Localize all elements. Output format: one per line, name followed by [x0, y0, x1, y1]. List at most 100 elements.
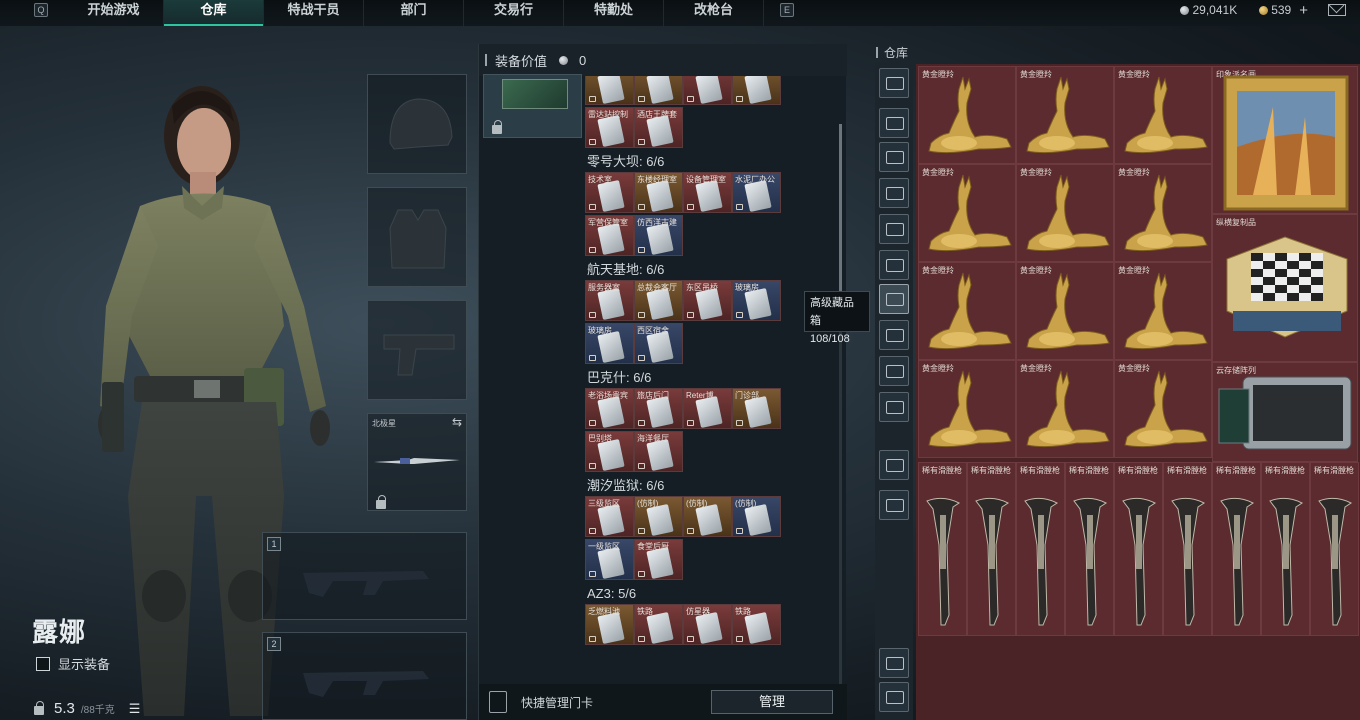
chess-replica-item[interactable]: 纵横复制品	[1212, 214, 1358, 362]
nav-tab-1[interactable]: 仓库	[164, 0, 264, 26]
golden-gazelle-item[interactable]: 黄金瞪羚	[1016, 360, 1114, 458]
v-5-icon[interactable]	[879, 392, 909, 422]
nav-tab-4[interactable]: 交易行	[464, 0, 564, 26]
keycard-item[interactable]: (仿制)	[732, 496, 781, 537]
keycard-item[interactable]: 西区宿舍	[634, 323, 683, 364]
layers-icon[interactable]	[879, 648, 909, 678]
secondary-weapon-slot[interactable]: 2	[262, 632, 467, 720]
keycard-item[interactable]: 总裁会客厅	[634, 280, 683, 321]
tag-icon[interactable]	[879, 450, 909, 480]
nav-tab-6[interactable]: 改枪台	[664, 0, 764, 26]
keycard-item[interactable]: 技术室	[585, 172, 634, 213]
add-currency-button[interactable]: +	[1299, 2, 1308, 19]
crate-icon[interactable]	[879, 68, 909, 98]
nav-tab-3[interactable]: 部门	[364, 0, 464, 26]
keycard-item[interactable]: 三级监区	[585, 496, 634, 537]
rare-musket-item[interactable]: 稀有滑膛枪	[1310, 462, 1359, 636]
rare-musket-item[interactable]: 稀有滑膛枪	[1114, 462, 1163, 636]
keycard-item[interactable]: 服务器室	[585, 280, 634, 321]
armor-slot[interactable]	[367, 187, 467, 287]
helmet-slot[interactable]	[367, 74, 467, 174]
rare-musket-item[interactable]: 稀有滑膛枪	[1261, 462, 1310, 636]
impressionist-painting-item[interactable]: 印象派名画	[1212, 66, 1358, 214]
golden-gazelle-item[interactable]: 黄金瞪羚	[1114, 164, 1212, 262]
keycard-item[interactable]: (仿制)	[634, 496, 683, 537]
rare-musket-item[interactable]: 稀有滑膛枪	[1212, 462, 1261, 636]
show-gear-checkbox[interactable]	[36, 656, 50, 671]
rare-musket-item[interactable]: 稀有滑膛枪	[918, 462, 967, 636]
keycard-item[interactable]	[585, 76, 634, 105]
keycard-item[interactable]: 玻璃房	[732, 280, 781, 321]
manage-button[interactable]: 管理	[711, 690, 833, 714]
keycard-item[interactable]: 乏燃料池	[585, 604, 634, 645]
sort-icon[interactable]	[879, 682, 909, 712]
v-3-icon[interactable]	[879, 250, 909, 280]
keycard-item[interactable]: 东楼经理室	[634, 172, 683, 213]
keycard-item[interactable]: 仿星器	[683, 604, 732, 645]
keycard-item[interactable]: 铁路	[634, 604, 683, 645]
golden-gazelle-item[interactable]: 黄金瞪羚	[1114, 360, 1212, 458]
gti-4-icon[interactable]	[879, 356, 909, 386]
keycard-name: 雷达站控制	[588, 110, 628, 119]
keycard-item[interactable]: 老浴场贵宾	[585, 388, 634, 429]
keycard-item[interactable]: 巴别塔	[585, 431, 634, 472]
keycard-case-slot[interactable]	[483, 74, 582, 138]
keycard-item[interactable]: 军营保管室	[585, 215, 634, 256]
keycard-item[interactable]: 门诊部	[732, 388, 781, 429]
prev-tab-key[interactable]: Q	[34, 3, 48, 17]
nav-tab-0[interactable]: 开始游戏	[64, 0, 164, 26]
gear-value-header: 装备价值 0	[479, 44, 847, 76]
keycard-item[interactable]: 旅店后门	[634, 388, 683, 429]
keycard-item[interactable]: 铁路	[732, 604, 781, 645]
pistol-slot[interactable]	[367, 300, 467, 400]
gti-3-icon[interactable]	[879, 320, 909, 350]
keycard-item[interactable]: 海洋餐厅	[634, 431, 683, 472]
golden-gazelle-item[interactable]: 黄金瞪羚	[918, 66, 1016, 164]
keycard-item[interactable]	[732, 76, 781, 105]
mail-icon[interactable]	[1328, 4, 1346, 16]
gti-1-icon[interactable]	[879, 108, 909, 138]
keycard-item[interactable]: 玻璃房	[585, 323, 634, 364]
nav-tab-5[interactable]: 特勤处	[564, 0, 664, 26]
keycard-item[interactable]: 食堂后厨	[634, 539, 683, 580]
next-tab-key[interactable]: E	[780, 3, 794, 17]
golden-gazelle-item[interactable]: 黄金瞪羚	[1016, 164, 1114, 262]
golden-gazelle-item[interactable]: 黄金瞪羚	[918, 360, 1016, 458]
keycard-item[interactable]: 仿西洋古建	[634, 215, 683, 256]
game-screen: Q 开始游戏 仓库 特战干员 部门 交易行 特勤处 改枪台 E 29,041K 539 +	[0, 0, 1360, 720]
keycard-item[interactable]: (仿制)	[683, 496, 732, 537]
keycard-item[interactable]: 一级监区	[585, 539, 634, 580]
golden-gazelle-item[interactable]: 黄金瞪羚	[1114, 262, 1212, 360]
v-1-icon[interactable]	[879, 178, 909, 208]
v-2-icon[interactable]	[879, 214, 909, 244]
rare-musket-item[interactable]: 稀有滑膛枪	[1065, 462, 1114, 636]
rare-musket-item[interactable]: 稀有滑膛枪	[967, 462, 1016, 636]
keycard-scrollbar[interactable]	[839, 124, 842, 684]
golden-gazelle-item[interactable]: 黄金瞪羚	[918, 262, 1016, 360]
melee-slot[interactable]: 北极星 ⇆	[367, 413, 467, 511]
gti-2-icon[interactable]	[879, 142, 909, 172]
golden-gazelle-item[interactable]: 黄金瞪羚	[918, 164, 1016, 262]
golden-gazelle-item[interactable]: 黄金瞪羚	[1016, 66, 1114, 164]
keycard-item[interactable]: 东区吊桥	[683, 280, 732, 321]
cloud-storage-array-item[interactable]: 云存储阵列	[1212, 362, 1358, 462]
primary-weapon-slot[interactable]: 1	[262, 532, 467, 620]
keycard-item[interactable]: 水泥厂办公	[732, 172, 781, 213]
v-4-icon[interactable]	[879, 284, 909, 314]
show-gear-toggle[interactable]: 显示装备	[36, 654, 110, 673]
keycard-name: 酒店王牌套	[637, 110, 677, 119]
keycard-item[interactable]: 酒店王牌套	[634, 107, 683, 148]
list-icon[interactable]: ☰	[129, 701, 141, 717]
keycard-item[interactable]	[634, 76, 683, 105]
rare-musket-item[interactable]: 稀有滑膛枪	[1016, 462, 1065, 636]
scroll-thumb[interactable]	[839, 124, 842, 304]
keycard-item[interactable]	[683, 76, 732, 105]
nav-tab-2[interactable]: 特战干员	[264, 0, 364, 26]
keycard-item[interactable]: Reter博	[683, 388, 732, 429]
keycard-item[interactable]: 雷达站控制	[585, 107, 634, 148]
keycard-item[interactable]: 设备管理室	[683, 172, 732, 213]
golden-gazelle-item[interactable]: 黄金瞪羚	[1016, 262, 1114, 360]
settings-icon[interactable]	[879, 490, 909, 520]
rare-musket-item[interactable]: 稀有滑膛枪	[1163, 462, 1212, 636]
golden-gazelle-item[interactable]: 黄金瞪羚	[1114, 66, 1212, 164]
